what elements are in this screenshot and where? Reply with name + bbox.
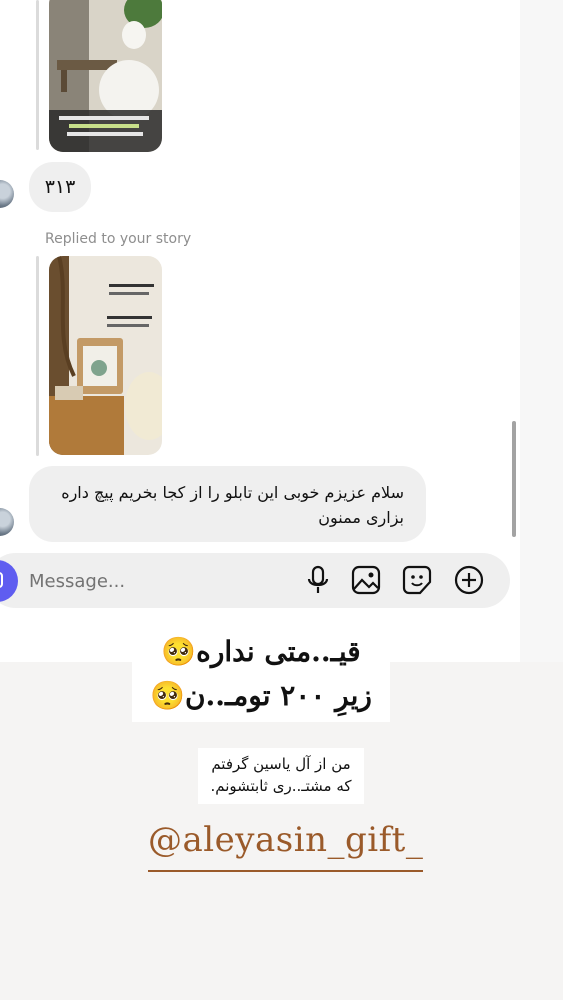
price-line-2: زیرِ ۲۰۰ تومـ..ن🥺 [150,679,372,712]
story-thumbnail-2[interactable] [49,256,162,455]
story-background-strip [520,0,563,662]
sender-avatar[interactable] [0,180,14,208]
message-bubble-number[interactable]: ۳۱۳ [29,162,91,212]
gallery-icon[interactable] [350,563,382,597]
story-image-frame-product [49,256,162,455]
price-line-1: قیـ..متی نداره🥺 [161,635,361,668]
story-image-woman-praying [49,0,162,152]
story-thumbnail-1[interactable] [49,0,162,152]
chat-screenshot: ۳۱۳ Replied to your story سلام عزیزم خوب… [0,0,520,662]
note-line-1: من از آل یاسین گرفتم [211,755,351,773]
sticker-icon[interactable] [401,563,433,597]
account-mention-link[interactable]: @aleyasin_gift_ [148,820,423,872]
message-bubble-text[interactable]: سلام عزیزم خوبی این تابلو را از کجا بخری… [29,466,426,542]
note-sticker: من از آل یاسین گرفتم که مشتـ..ری ثابتشون… [198,748,364,804]
note-line-2: که مشتـ..ری ثابتشونم. [210,777,352,795]
sender-avatar[interactable] [0,508,14,536]
replied-to-story-label: Replied to your story [45,231,192,247]
reply-indicator-line [36,256,39,456]
scrollbar[interactable] [512,421,516,537]
reply-indicator-line [36,0,39,150]
microphone-icon[interactable] [302,563,334,597]
price-sticker: قیـ..متی نداره🥺 زیرِ ۲۰۰ تومـ..ن🥺 [132,626,390,722]
message-input[interactable] [29,568,279,594]
add-icon[interactable] [453,563,485,597]
